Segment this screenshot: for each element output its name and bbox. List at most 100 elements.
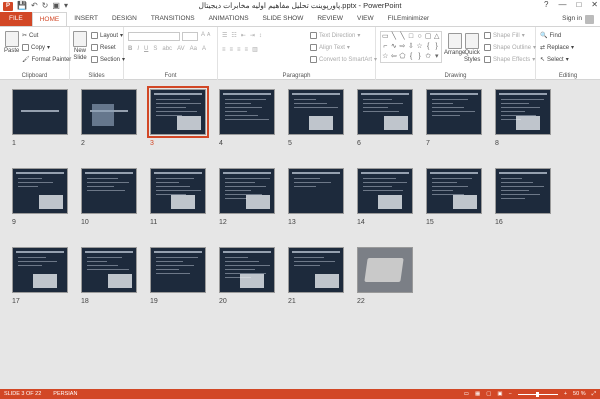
tab-slide-show[interactable]: SLIDE SHOW — [256, 12, 311, 26]
paste-button[interactable]: Paste — [4, 31, 19, 54]
arrow-down-shape-icon[interactable]: ⇩ — [407, 42, 416, 52]
sign-in-label[interactable]: Sign in — [562, 12, 582, 26]
zoom-in-icon[interactable]: + — [564, 391, 567, 397]
help-button[interactable]: ? — [544, 0, 548, 9]
columns-icon[interactable]: ▥ — [252, 46, 258, 53]
slide-thumbnail[interactable] — [150, 247, 206, 293]
slide-thumbnail[interactable] — [150, 168, 206, 214]
tab-design[interactable]: DESIGN — [105, 12, 144, 26]
line-spacing-icon[interactable]: ↕ — [259, 33, 262, 39]
find-button[interactable]: 🔍 Find — [540, 32, 561, 40]
slide-thumbnail[interactable] — [495, 168, 551, 214]
bold-icon[interactable]: B — [128, 46, 132, 52]
italic-icon[interactable]: I — [137, 46, 139, 52]
slide-thumbnail[interactable] — [288, 89, 344, 135]
increase-indent-icon[interactable]: ⇥ — [250, 32, 255, 39]
numbering-icon[interactable]: ☷ — [231, 32, 236, 39]
tab-animations[interactable]: ANIMATIONS — [202, 12, 256, 26]
font-size-box[interactable] — [182, 32, 198, 41]
align-right-icon[interactable]: ≡ — [237, 47, 241, 53]
textbox-shape-icon[interactable]: ▭ — [381, 32, 390, 42]
new-slide-button[interactable]: New Slide — [73, 31, 87, 61]
elbow-shape-icon[interactable]: ⌐ — [381, 42, 390, 52]
rectangle-shape-icon[interactable]: □ — [407, 32, 416, 42]
slide-thumbnail[interactable] — [12, 247, 68, 293]
slide-thumbnail[interactable] — [81, 89, 137, 135]
bullets-icon[interactable]: ☰ — [222, 32, 227, 39]
maximize-button[interactable]: □ — [576, 0, 581, 9]
zoom-out-icon[interactable]: − — [509, 391, 512, 397]
justify-icon[interactable]: ≡ — [245, 47, 249, 53]
copy-button[interactable]: Copy ▾ — [22, 44, 50, 51]
align-left-icon[interactable]: ≡ — [222, 47, 226, 53]
zoom-level[interactable]: 50 % — [573, 391, 586, 397]
slide-thumbnail[interactable] — [426, 168, 482, 214]
reading-view-icon[interactable]: ▢ — [486, 391, 491, 397]
select-button[interactable]: ↖ Select ▾ — [540, 56, 569, 64]
line-shape-icon[interactable]: ╲ — [390, 32, 399, 42]
tab-file[interactable]: FILE — [0, 12, 32, 26]
zoom-slider[interactable] — [517, 391, 558, 397]
decrease-indent-icon[interactable]: ⇤ — [241, 32, 246, 39]
start-slideshow-icon[interactable]: ▣ — [52, 1, 60, 11]
oval-shape-icon[interactable]: ○ — [415, 32, 424, 42]
format-painter-button[interactable]: 🖌 Format Painter — [22, 56, 71, 64]
brace-shape-icon-2[interactable]: { — [407, 52, 416, 62]
slide-thumbnail[interactable] — [219, 89, 275, 135]
slide-sorter-view-icon[interactable]: ▦ — [475, 391, 480, 397]
tab-fileminimizer[interactable]: FILEminimizer — [381, 12, 437, 26]
convert-smartart-button[interactable]: Convert to SmartArt ▾ — [310, 56, 377, 63]
quick-styles-button[interactable]: Quick Styles — [464, 33, 480, 63]
arrow-shape-icon[interactable]: ⇦ — [390, 52, 399, 62]
cut-button[interactable]: ✂ Cut — [22, 32, 38, 40]
slide-thumbnail[interactable] — [357, 89, 413, 135]
section-button[interactable]: Section ▾ — [91, 56, 125, 63]
undo-icon[interactable]: ↶ — [31, 1, 38, 11]
text-direction-button[interactable]: Text Direction ▾ — [310, 32, 360, 39]
brace-close-shape-icon-2[interactable]: } — [415, 52, 424, 62]
font-grow-icon[interactable]: AA — [201, 32, 210, 38]
slide-thumbnail[interactable] — [12, 168, 68, 214]
slide-thumbnail[interactable] — [426, 89, 482, 135]
font-color-icon[interactable]: A — [202, 46, 206, 52]
sign-in[interactable]: Sign in — [562, 12, 594, 26]
arrange-button[interactable]: Arrange — [444, 33, 465, 56]
customize-qat-icon[interactable]: ▾ — [64, 1, 68, 11]
slide-thumbnail[interactable] — [288, 168, 344, 214]
more-shapes-icon[interactable]: ▾ — [432, 52, 441, 62]
line-shape-icon-2[interactable]: ╲ — [398, 32, 407, 42]
font-name-box[interactable] — [128, 32, 180, 41]
shapes-gallery[interactable]: ▭ ╲ ╲ □ ○ ▢ △ ⌐ ∿ ⇨ ⇩ ☆ { } ☆ ⇦ ⬠ { } ✩ … — [380, 31, 442, 63]
pentagon-shape-icon[interactable]: ⬠ — [398, 52, 407, 62]
align-text-button[interactable]: Align Text ▾ — [310, 44, 350, 51]
save-icon[interactable]: 💾 — [17, 1, 27, 11]
slide-thumbnail[interactable] — [495, 89, 551, 135]
tab-review[interactable]: REVIEW — [310, 12, 350, 26]
slide-thumbnail[interactable] — [12, 89, 68, 135]
tab-home[interactable]: HOME — [31, 12, 68, 26]
slide-thumbnail[interactable] — [219, 247, 275, 293]
change-case-icon[interactable]: Aa — [190, 46, 197, 52]
star-shape-icon[interactable]: ☆ — [415, 42, 424, 52]
shape-outline-button[interactable]: Shape Outline ▾ — [484, 44, 536, 51]
tab-transitions[interactable]: TRANSITIONS — [144, 12, 202, 26]
slideshow-view-icon[interactable]: ▣ — [497, 391, 502, 397]
star-shape-icon-3[interactable]: ✩ — [424, 52, 433, 62]
minimize-button[interactable]: — — [558, 0, 566, 9]
avatar[interactable] — [585, 14, 594, 24]
slide-thumbnail[interactable] — [81, 168, 137, 214]
fit-to-window-icon[interactable]: ⤢ — [592, 391, 596, 398]
normal-view-icon[interactable]: ▭ — [464, 391, 469, 397]
char-spacing-icon[interactable]: AV — [177, 46, 185, 52]
zoom-slider-knob[interactable] — [536, 391, 540, 397]
language-indicator[interactable]: PERSIAN — [41, 391, 77, 397]
rounded-rect-shape-icon[interactable]: ▢ — [424, 32, 433, 42]
curve-shape-icon[interactable]: ∿ — [390, 42, 399, 52]
brace-shape-icon[interactable]: { — [424, 42, 433, 52]
align-center-icon[interactable]: ≡ — [230, 47, 234, 53]
slide-thumbnail[interactable] — [288, 247, 344, 293]
reset-button[interactable]: Reset — [91, 44, 116, 51]
brace-close-shape-icon[interactable]: } — [432, 42, 441, 52]
slide-sorter[interactable]: 1 2 3 4 5 6 7 8 9 10 11 12 13 14 15 16 17 18 19 20 21 22 — [0, 80, 600, 389]
slide-thumbnail[interactable] — [81, 247, 137, 293]
